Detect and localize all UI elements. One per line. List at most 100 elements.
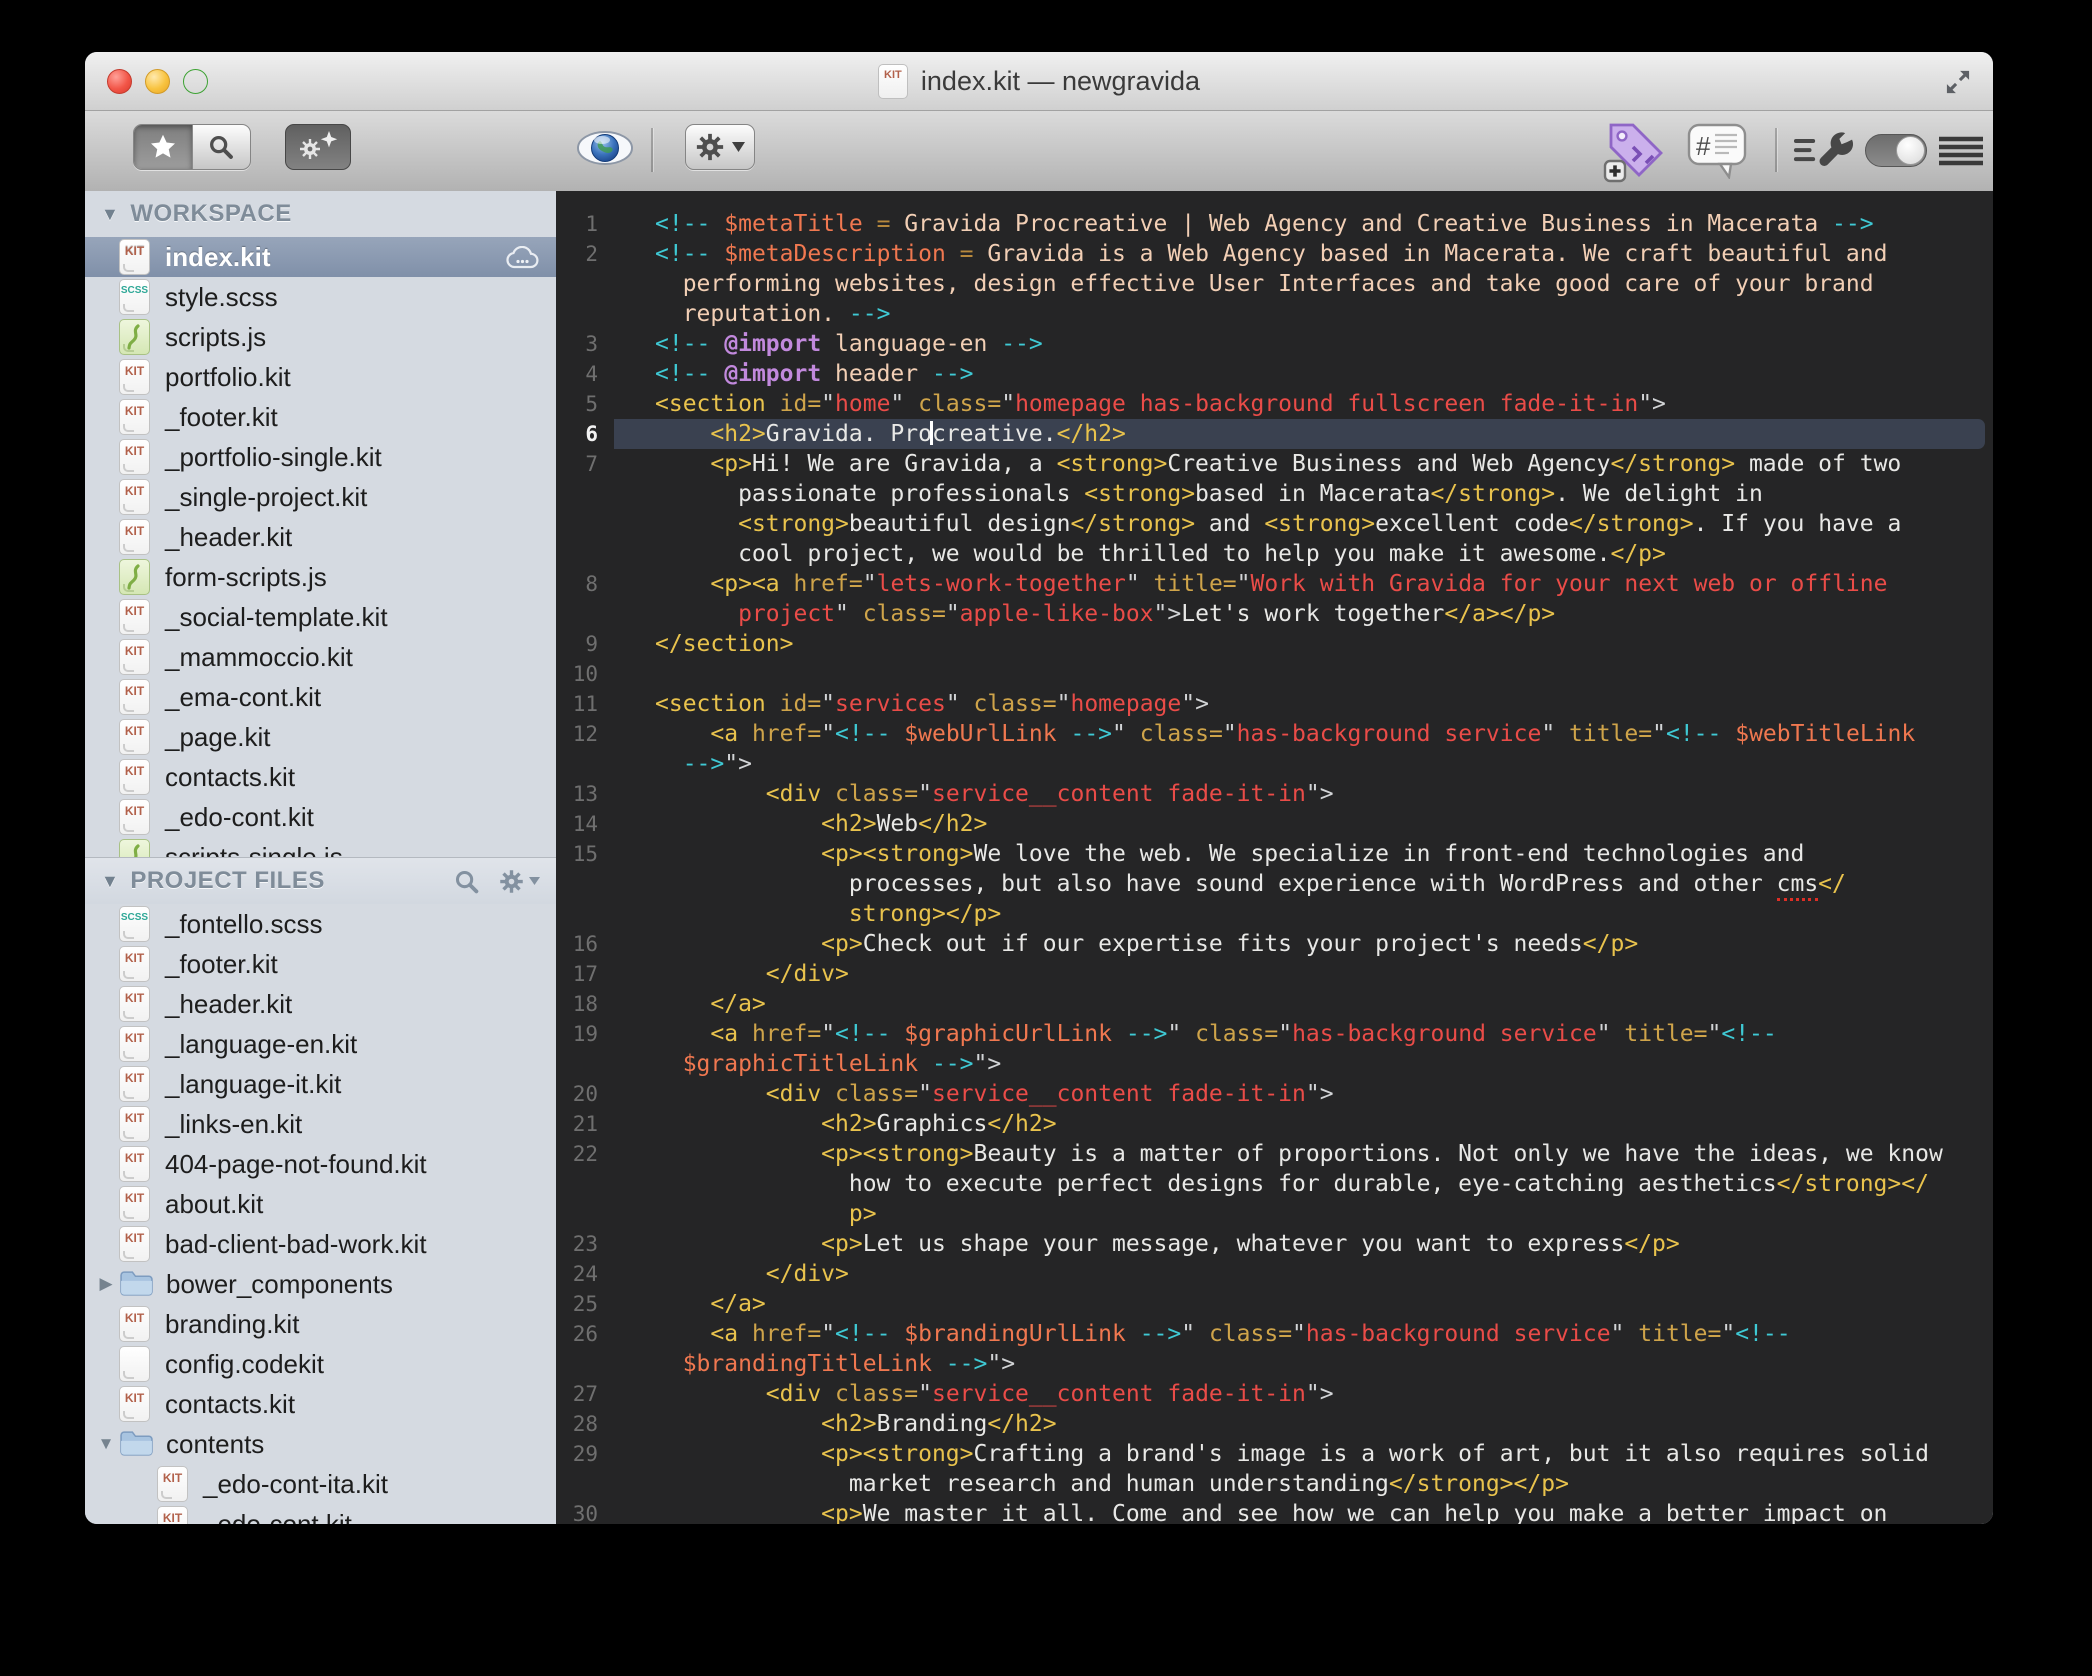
zoom-button[interactable] [183, 69, 208, 94]
sidebar-search-icon[interactable] [453, 868, 480, 895]
code-row-line-15[interactable]: processes, but also have sound experienc… [556, 869, 1993, 899]
tag-snippet-button[interactable] [1603, 119, 1669, 188]
code-row-line-7[interactable]: cool project, we would be thrilled to he… [556, 539, 1993, 569]
code-row-line-17[interactable]: 17 </div> [556, 959, 1993, 989]
fullscreen-arrows-icon[interactable] [1943, 68, 1973, 101]
sidebar-item-404-page-not-found-kit[interactable]: KIT404-page-not-found.kit [85, 1144, 556, 1184]
sidebar-item-scripts-single-js[interactable]: scripts-single.js [85, 837, 556, 857]
code-row-line-9[interactable]: 9</section> [556, 629, 1993, 659]
code-row-line-13[interactable]: 13 <div class="service__content fade-it-… [556, 779, 1993, 809]
titlebar[interactable]: KIT index.kit — newgravida [85, 52, 1993, 111]
sidebar-item--footer-kit[interactable]: KIT_footer.kit [85, 944, 556, 984]
sidebar-item--header-kit[interactable]: KIT_header.kit [85, 517, 556, 557]
sidebar-item--social-template-kit[interactable]: KIT_social-template.kit [85, 597, 556, 637]
code-row-line-3[interactable]: 3<!-- @import language-en --> [556, 329, 1993, 359]
code-row-line-22[interactable]: p> [556, 1199, 1993, 1229]
code-row-line-23[interactable]: 23 <p>Let us shape your message, whateve… [556, 1229, 1993, 1259]
code-row-line-16[interactable]: 16 <p>Check out if our expertise fits yo… [556, 929, 1993, 959]
minimize-button[interactable] [145, 69, 170, 94]
code-row-line-6[interactable]: 6 <h2>Gravida. Procreative.</h2> [556, 419, 1993, 449]
sidebar-item-scripts-js[interactable]: scripts.js [85, 317, 556, 357]
sidebar-item--edo-cont-kit[interactable]: KIT_edo-cont.kit [85, 1504, 556, 1524]
menu-button[interactable] [1939, 135, 1983, 172]
code-row-line-7[interactable]: 7 <p>Hi! We are Gravida, a <strong>Creat… [556, 449, 1993, 479]
actions-gear-button[interactable] [685, 124, 755, 170]
sidebar-item-style-scss[interactable]: SCSSstyle.scss [85, 277, 556, 317]
code-row-line-18[interactable]: 18 </a> [556, 989, 1993, 1019]
code-row-line-29[interactable]: market research and human understanding<… [556, 1469, 1993, 1499]
sidebar-gear-icon[interactable] [498, 868, 540, 895]
code-row-line-7[interactable]: passionate professionals <strong>based i… [556, 479, 1993, 509]
sidebar-item-index-kit[interactable]: KITindex.kit [85, 237, 556, 277]
favorites-star-button[interactable] [134, 125, 192, 169]
sidebar-item--mammoccio-kit[interactable]: KIT_mammoccio.kit [85, 637, 556, 677]
code-row-line-2[interactable]: performing websites, design effective Us… [556, 269, 1993, 299]
code-row-line-30[interactable]: 30 <p>We master it all. Come and see how… [556, 1499, 1993, 1524]
code-row-line-25[interactable]: 25 </a> [556, 1289, 1993, 1319]
sidebar-item--language-en-kit[interactable]: KIT_language-en.kit [85, 1024, 556, 1064]
tools-button[interactable] [1793, 132, 1855, 175]
workspace-section-header[interactable]: ▼ WORKSPACE [85, 191, 556, 237]
code-row-line-2[interactable]: reputation. --> [556, 299, 1993, 329]
sidebar-item--edo-cont-kit[interactable]: KIT_edo-cont.kit [85, 797, 556, 837]
code-row-line-14[interactable]: 14 <h2>Web</h2> [556, 809, 1993, 839]
disclosure-triangle-icon[interactable]: ▶ [93, 1264, 119, 1304]
sidebar-item-form-scripts-js[interactable]: form-scripts.js [85, 557, 556, 597]
sidebar-item--language-it-kit[interactable]: KIT_language-it.kit [85, 1064, 556, 1104]
code-row-line-15[interactable]: strong></p> [556, 899, 1993, 929]
code-row-line-8[interactable]: project" class="apple-like-box">Let's wo… [556, 599, 1993, 629]
sidebar-item--page-kit[interactable]: KIT_page.kit [85, 717, 556, 757]
sidebar-item-contacts-kit[interactable]: KITcontacts.kit [85, 1384, 556, 1424]
sidebar-item-config-codekit[interactable]: config.codekit [85, 1344, 556, 1384]
code-row-line-26[interactable]: 26 <a href="<!-- $brandingUrlLink -->" c… [556, 1319, 1993, 1349]
sidebar-item--footer-kit[interactable]: KIT_footer.kit [85, 397, 556, 437]
code-row-line-22[interactable]: how to execute perfect designs for durab… [556, 1169, 1993, 1199]
preview-button[interactable] [575, 126, 635, 170]
sidebar-item--fontello-scss[interactable]: SCSS_fontello.scss [85, 904, 556, 944]
code-row-line-19[interactable]: 19 <a href="<!-- $graphicUrlLink -->" cl… [556, 1019, 1993, 1049]
sidebar-item-contents[interactable]: ▼contents [85, 1424, 556, 1464]
code-row-line-7[interactable]: <strong>beautiful design</strong> and <s… [556, 509, 1993, 539]
code-row-line-20[interactable]: 20 <div class="service__content fade-it-… [556, 1079, 1993, 1109]
disclosure-triangle-icon[interactable]: ▼ [101, 204, 119, 225]
code-row-line-28[interactable]: 28 <h2>Branding</h2> [556, 1409, 1993, 1439]
sidebar-item--ema-cont-kit[interactable]: KIT_ema-cont.kit [85, 677, 556, 717]
sidebar-item-bad-client-bad-work-kit[interactable]: KITbad-client-bad-work.kit [85, 1224, 556, 1264]
close-button[interactable] [107, 69, 132, 94]
sidebar-item-contacts-kit[interactable]: KITcontacts.kit [85, 757, 556, 797]
comments-button[interactable]: # [1687, 123, 1747, 184]
code-row-line-5[interactable]: 5<section id="home" class="homepage has-… [556, 389, 1993, 419]
search-button[interactable] [192, 125, 251, 169]
toggle-switch[interactable] [1865, 134, 1927, 167]
code-row-line-19[interactable]: $graphicTitleLink -->"> [556, 1049, 1993, 1079]
sidebar-item--edo-cont-ita-kit[interactable]: KIT_edo-cont-ita.kit [85, 1464, 556, 1504]
sidebar-item-portfolio-kit[interactable]: KITportfolio.kit [85, 357, 556, 397]
code-row-line-15[interactable]: 15 <p><strong>We love the web. We specia… [556, 839, 1993, 869]
code-row-line-2[interactable]: 2<!-- $metaDescription = Gravida is a We… [556, 239, 1993, 269]
code-row-line-1[interactable]: 1<!-- $metaTitle = Gravida Procreative |… [556, 209, 1993, 239]
code-row-line-24[interactable]: 24 </div> [556, 1259, 1993, 1289]
code-row-line-26[interactable]: $brandingTitleLink -->"> [556, 1349, 1993, 1379]
disclosure-triangle-icon[interactable]: ▼ [101, 871, 119, 892]
sidebar-item--portfolio-single-kit[interactable]: KIT_portfolio-single.kit [85, 437, 556, 477]
sidebar-item-bower-components[interactable]: ▶bower_components [85, 1264, 556, 1304]
code-editor[interactable]: 1<!-- $metaTitle = Gravida Procreative |… [556, 191, 1993, 1524]
sidebar-item-about-kit[interactable]: KITabout.kit [85, 1184, 556, 1224]
disclosure-triangle-icon[interactable]: ▼ [93, 1424, 119, 1464]
code-row-line-11[interactable]: 11<section id="services" class="homepage… [556, 689, 1993, 719]
sidebar-item--header-kit[interactable]: KIT_header.kit [85, 984, 556, 1024]
project-files-section-header[interactable]: ▼ PROJECT FILES [85, 857, 556, 904]
sidebar-item-branding-kit[interactable]: KITbranding.kit [85, 1304, 556, 1344]
code-row-line-22[interactable]: 22 <p><strong>Beauty is a matter of prop… [556, 1139, 1993, 1169]
code-row-line-27[interactable]: 27 <div class="service__content fade-it-… [556, 1379, 1993, 1409]
sidebar-item--links-en-kit[interactable]: KIT_links-en.kit [85, 1104, 556, 1144]
code-row-line-21[interactable]: 21 <h2>Graphics</h2> [556, 1109, 1993, 1139]
code-row-line-8[interactable]: 8 <p><a href="lets-work-together" title=… [556, 569, 1993, 599]
code-row-line-12[interactable]: 12 <a href="<!-- $webUrlLink -->" class=… [556, 719, 1993, 749]
sidebar-item--single-project-kit[interactable]: KIT_single-project.kit [85, 477, 556, 517]
code-row-line-4[interactable]: 4<!-- @import header --> [556, 359, 1993, 389]
snippets-button[interactable] [285, 124, 351, 170]
code-row-line-12[interactable]: -->"> [556, 749, 1993, 779]
code-row-line-10[interactable]: 10 [556, 659, 1993, 689]
code-row-line-29[interactable]: 29 <p><strong>Crafting a brand's image i… [556, 1439, 1993, 1469]
